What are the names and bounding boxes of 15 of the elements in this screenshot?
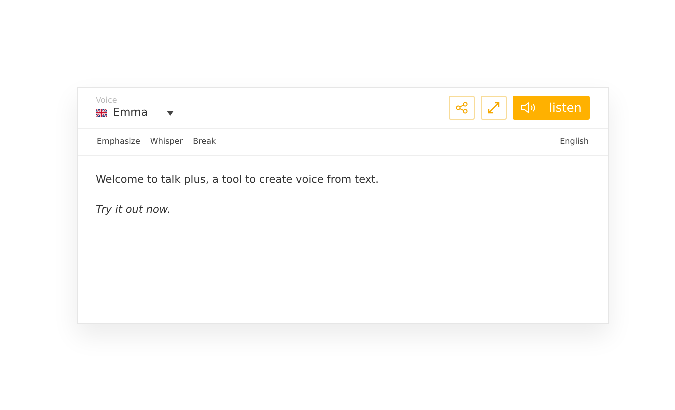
dropdown-caret-icon xyxy=(167,110,174,116)
voice-dropdown[interactable]: Emma xyxy=(96,106,174,120)
voice-label: Voice xyxy=(96,96,118,106)
editor-text: Try it out now. xyxy=(96,202,172,218)
toolbar-item[interactable]: Break xyxy=(193,136,216,148)
expand-icon xyxy=(488,102,500,114)
speaker-icon xyxy=(521,102,538,114)
share-button[interactable] xyxy=(449,96,475,120)
editor-text: Welcome to talk plus, a tool to create voice from text. xyxy=(96,173,380,188)
language-selector[interactable]: English xyxy=(560,136,589,148)
expand-button[interactable] xyxy=(481,96,507,120)
flag-icon xyxy=(96,109,107,117)
toolbar-item[interactable]: Emphasize xyxy=(97,136,140,148)
toolbar-item[interactable]: Whisper xyxy=(150,136,184,148)
share-icon xyxy=(456,102,468,114)
